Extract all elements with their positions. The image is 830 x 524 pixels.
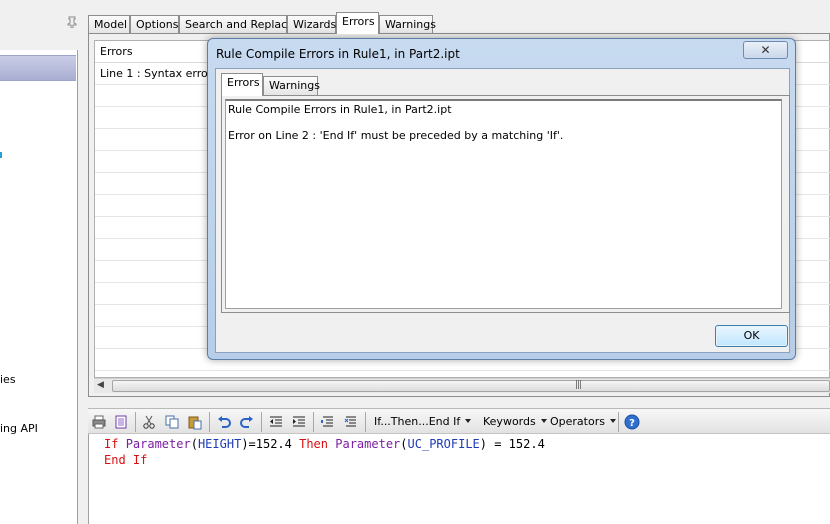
error-cell: Line 1 : Syntax error. bbox=[100, 67, 215, 80]
code-text: ) = 152.4 bbox=[479, 437, 545, 451]
chevron-down-icon bbox=[540, 419, 547, 423]
rule-code-editor[interactable]: If Parameter(HEIGHT)=152.4 Then Paramete… bbox=[88, 434, 830, 524]
code-line-2: End If bbox=[104, 453, 148, 467]
code-line-1: If Parameter(HEIGHT)=152.4 Then Paramete… bbox=[104, 436, 545, 452]
toolbar-separator bbox=[135, 412, 136, 432]
horizontal-scrollbar[interactable]: ◀ ||| bbox=[94, 378, 830, 393]
left-panel-selected-item[interactable] bbox=[0, 55, 76, 81]
toolbar-separator bbox=[261, 412, 262, 432]
dialog-title: Rule Compile Errors in Rule1, in Part2.i… bbox=[216, 47, 460, 61]
code-function-parameter: Parameter bbox=[125, 437, 191, 451]
tab-model[interactable]: Model bbox=[88, 15, 130, 34]
if-then-menu[interactable]: If...Then...End If bbox=[374, 414, 472, 429]
tab-wizards[interactable]: Wizards bbox=[287, 15, 336, 34]
toolbar-separator bbox=[209, 412, 210, 432]
main-tab-bar: Model Options Search and Replace Wizards… bbox=[88, 12, 830, 34]
cut-icon[interactable] bbox=[141, 414, 157, 430]
operators-label: Operators bbox=[550, 415, 605, 428]
grip-icon: ||| bbox=[575, 380, 582, 390]
code-text: )=152.4 bbox=[241, 437, 300, 451]
tab-search-and-replace[interactable]: Search and Replace bbox=[179, 15, 294, 34]
print-preview-icon[interactable] bbox=[113, 414, 129, 430]
error-message-box[interactable]: Rule Compile Errors in Rule1, in Part2.i… bbox=[225, 99, 782, 309]
indent-icon[interactable] bbox=[291, 414, 307, 430]
operators-menu[interactable]: Operators bbox=[550, 414, 616, 429]
scroll-left-icon[interactable]: ◀ bbox=[97, 380, 104, 390]
code-param-uc-profile: UC_PROFILE bbox=[407, 437, 480, 451]
keywords-menu[interactable]: Keywords bbox=[483, 414, 547, 429]
dialog-tab-warnings[interactable]: Warnings bbox=[263, 76, 320, 96]
chevron-down-icon bbox=[465, 419, 472, 423]
ilogic-editor-window: ies ing API Model Options Search and Rep… bbox=[0, 0, 830, 524]
code-toolbar: If...Then...End If Keywords Operators ? bbox=[88, 408, 830, 434]
tab-errors[interactable]: Errors bbox=[336, 12, 379, 34]
undo-icon[interactable] bbox=[216, 414, 232, 430]
tab-options[interactable]: Options bbox=[130, 15, 179, 34]
code-param-height: HEIGHT bbox=[197, 437, 242, 451]
help-icon[interactable]: ? bbox=[624, 414, 640, 430]
toolbar-separator bbox=[313, 412, 314, 432]
outdent-icon[interactable] bbox=[268, 414, 284, 430]
left-browser-panel: ies ing API bbox=[0, 0, 78, 524]
chevron-down-icon bbox=[609, 419, 616, 423]
code-function-parameter: Parameter bbox=[335, 437, 401, 451]
ok-button[interactable]: OK bbox=[715, 325, 788, 347]
dialog-tab-errors[interactable]: Errors bbox=[221, 73, 263, 96]
code-text: ( bbox=[400, 437, 408, 451]
code-keyword-then: Then bbox=[299, 437, 329, 451]
close-icon: ✕ bbox=[760, 43, 771, 57]
error-message-detail: Error on Line 2 : 'End If' must be prece… bbox=[228, 129, 564, 142]
dialog-close-button[interactable]: ✕ bbox=[743, 41, 788, 59]
scrollbar-thumb[interactable]: ||| bbox=[112, 380, 830, 392]
copy-icon[interactable] bbox=[164, 414, 180, 430]
panel-splitter[interactable] bbox=[80, 0, 88, 524]
comment-icon[interactable] bbox=[320, 414, 336, 430]
toolbar-separator bbox=[618, 412, 619, 432]
svg-text:?: ? bbox=[629, 418, 635, 429]
tab-warnings[interactable]: Warnings bbox=[379, 15, 436, 34]
left-panel-item-properties[interactable]: ies bbox=[0, 373, 16, 386]
code-keyword-if: If bbox=[104, 437, 119, 451]
redo-icon[interactable] bbox=[239, 414, 255, 430]
compile-errors-dialog: Rule Compile Errors in Rule1, in Part2.i… bbox=[207, 38, 796, 360]
code-text: ( bbox=[190, 437, 198, 451]
left-panel-item-api[interactable]: ing API bbox=[0, 422, 38, 435]
dialog-body: Errors Warnings Rule Compile Errors in R… bbox=[215, 68, 790, 353]
pin-icon[interactable] bbox=[66, 16, 78, 29]
keywords-label: Keywords bbox=[483, 415, 536, 428]
error-message-title: Rule Compile Errors in Rule1, in Part2.i… bbox=[228, 103, 452, 116]
left-panel-marker bbox=[0, 152, 2, 158]
toolbar-separator bbox=[365, 412, 366, 432]
if-then-label: If...Then...End If bbox=[374, 415, 461, 428]
print-icon[interactable] bbox=[91, 414, 107, 430]
uncomment-icon[interactable] bbox=[343, 414, 359, 430]
paste-icon[interactable] bbox=[187, 414, 203, 430]
